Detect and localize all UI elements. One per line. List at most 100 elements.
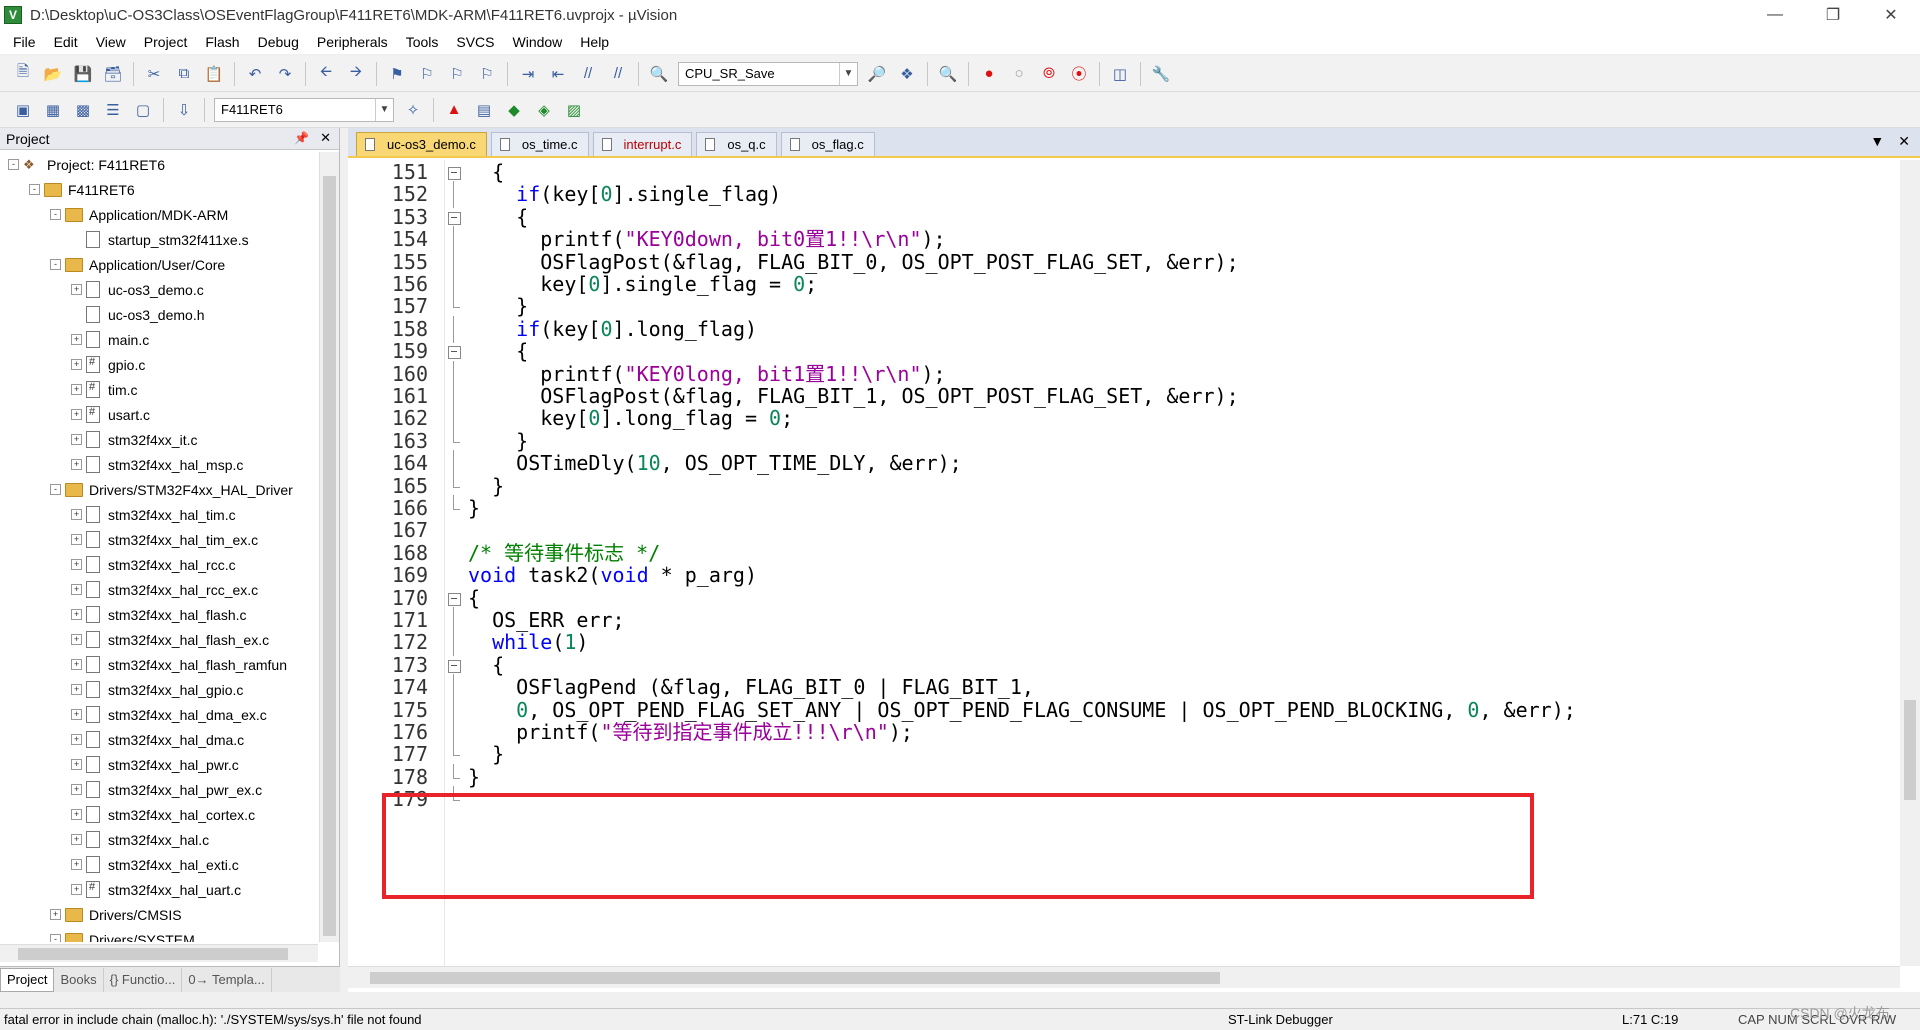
expand-icon[interactable]: + xyxy=(71,534,82,545)
close-button[interactable]: ✕ xyxy=(1862,0,1920,30)
expand-icon[interactable]: + xyxy=(71,684,82,695)
tree-file[interactable]: + stm32f4xx_hal_msp.c xyxy=(0,452,318,477)
expand-icon[interactable]: + xyxy=(71,384,82,395)
manage-project-items-icon[interactable]: ▲ xyxy=(443,99,465,121)
expand-icon[interactable]: + xyxy=(71,834,82,845)
tree-file[interactable]: + stm32f4xx_hal_flash_ramfun xyxy=(0,652,318,677)
menu-debug[interactable]: Debug xyxy=(249,34,308,50)
cut-icon[interactable]: ✂ xyxy=(143,63,165,85)
save-all-icon[interactable]: 🗃 xyxy=(102,63,124,85)
collapse-icon[interactable]: - xyxy=(8,159,19,170)
editor-tab-os-q-c[interactable]: os_q.c xyxy=(696,132,777,156)
editor-tab-os-time-c[interactable]: os_time.c xyxy=(490,132,589,156)
chevron-down-icon[interactable]: ▼ xyxy=(839,62,857,85)
next-bookmark-icon[interactable]: ⚐ xyxy=(446,63,468,85)
redo-icon[interactable]: ↷ xyxy=(274,63,296,85)
tab-templates[interactable]: 0→ Templa... xyxy=(182,967,272,992)
menu-help[interactable]: Help xyxy=(571,34,618,50)
scrollbar-thumb[interactable] xyxy=(1904,700,1916,800)
tree-file[interactable]: + stm32f4xx_hal_flash.c xyxy=(0,602,318,627)
tree-file[interactable]: startup_stm32f411xe.s xyxy=(0,227,318,252)
prev-bookmark-icon[interactable]: ⚐ xyxy=(416,63,438,85)
tree-group[interactable]: - Drivers/SYSTEM xyxy=(0,927,318,942)
scrollbar-thumb[interactable] xyxy=(18,948,288,960)
paste-icon[interactable]: 📋 xyxy=(203,63,225,85)
restore-button[interactable]: ❐ xyxy=(1804,0,1862,30)
tree-file[interactable]: + stm32f4xx_hal_rcc.c xyxy=(0,552,318,577)
expand-icon[interactable]: + xyxy=(71,709,82,720)
menu-svcs[interactable]: SVCS xyxy=(447,34,503,50)
expand-icon[interactable]: + xyxy=(71,359,82,370)
rebuild-icon[interactable]: ▩ xyxy=(72,99,94,121)
project-horizontal-scrollbar[interactable] xyxy=(0,944,318,962)
tree-file[interactable]: + stm32f4xx_hal_gpio.c xyxy=(0,677,318,702)
file-extensions-icon[interactable]: ▤ xyxy=(473,99,495,121)
unindent-icon[interactable]: ⇤ xyxy=(547,63,569,85)
translate-icon[interactable]: ▣ xyxy=(12,99,34,121)
find-icon[interactable]: 🔎 xyxy=(866,63,888,85)
expand-icon[interactable]: + xyxy=(71,659,82,670)
expand-icon[interactable]: + xyxy=(71,334,82,345)
expand-icon[interactable]: + xyxy=(71,434,82,445)
batch-build-icon[interactable]: ☰ xyxy=(102,99,124,121)
expand-icon[interactable]: + xyxy=(71,284,82,295)
pack-installer-icon[interactable]: ◈ xyxy=(533,99,555,121)
tab-list-dropdown-icon[interactable]: ▼ xyxy=(1870,133,1884,150)
project-vertical-scrollbar[interactable] xyxy=(319,152,339,942)
chevron-down-icon[interactable]: ▼ xyxy=(375,98,393,121)
tree-file[interactable]: + tim.c xyxy=(0,377,318,402)
expand-icon[interactable]: + xyxy=(71,734,82,745)
pin-icon[interactable]: 📌 xyxy=(294,131,309,145)
expand-icon[interactable]: + xyxy=(71,584,82,595)
scrollbar-thumb[interactable] xyxy=(323,176,336,936)
kill-breakpoints-icon[interactable]: ⦿ xyxy=(1068,63,1090,85)
new-file-icon[interactable]: 🗎 xyxy=(12,63,34,85)
tree-file[interactable]: + stm32f4xx_hal_pwr_ex.c xyxy=(0,777,318,802)
configure-icon[interactable]: 🔧 xyxy=(1150,63,1172,85)
tab-functions[interactable]: {} Functio... xyxy=(104,967,183,992)
incremental-find-icon[interactable]: ❖ xyxy=(896,63,918,85)
collapse-icon[interactable]: - xyxy=(29,184,40,195)
collapse-icon[interactable]: - xyxy=(50,259,61,270)
tree-group[interactable]: + Drivers/CMSIS xyxy=(0,902,318,927)
tree-file[interactable]: + stm32f4xx_hal.c xyxy=(0,827,318,852)
code-area[interactable]: 151 {152 if(key[0].single_flag) 153 {154 … xyxy=(348,160,1894,966)
collapse-icon[interactable]: - xyxy=(50,484,61,495)
minimize-button[interactable]: — xyxy=(1746,0,1804,30)
tree-file[interactable]: + stm32f4xx_hal_dma_ex.c xyxy=(0,702,318,727)
tree-file[interactable]: + stm32f4xx_hal_dma.c xyxy=(0,727,318,752)
expand-icon[interactable]: + xyxy=(71,884,82,895)
target-combo[interactable]: F411RET6 ▼ xyxy=(214,97,394,122)
navigate-back-icon[interactable]: 🡨 xyxy=(315,63,337,85)
indent-icon[interactable]: ⇥ xyxy=(517,63,539,85)
tree-file[interactable]: + stm32f4xx_hal_rcc_ex.c xyxy=(0,577,318,602)
target-options-icon[interactable]: ✧ xyxy=(402,99,424,121)
expand-icon[interactable]: + xyxy=(71,859,82,870)
tab-books[interactable]: Books xyxy=(54,967,104,992)
tree-file[interactable]: + uc-os3_demo.c xyxy=(0,277,318,302)
tree-group[interactable]: - F411RET6 xyxy=(0,177,318,202)
tree-group[interactable]: - ❖ Project: F411RET6 xyxy=(0,152,318,177)
editor-tab-os-flag-c[interactable]: os_flag.c xyxy=(780,132,875,156)
tree-file[interactable]: + stm32f4xx_hal_flash_ex.c xyxy=(0,627,318,652)
tree-file[interactable]: + gpio.c xyxy=(0,352,318,377)
insert-breakpoint-icon[interactable]: ● xyxy=(978,63,1000,85)
menu-peripherals[interactable]: Peripherals xyxy=(308,34,397,50)
debug-session-icon[interactable]: 🔍 xyxy=(937,63,959,85)
navigate-forward-icon[interactable]: 🡪 xyxy=(345,63,367,85)
tree-file[interactable]: + usart.c xyxy=(0,402,318,427)
tree-group[interactable]: - Drivers/STM32F4xx_HAL_Driver xyxy=(0,477,318,502)
run-time-environment-icon[interactable]: ◆ xyxy=(503,99,525,121)
expand-icon[interactable]: + xyxy=(71,409,82,420)
close-icon[interactable]: ✕ xyxy=(320,130,331,146)
menu-flash[interactable]: Flash xyxy=(196,34,248,50)
window-layout-icon[interactable]: ◫ xyxy=(1109,63,1131,85)
expand-icon[interactable]: + xyxy=(71,509,82,520)
tree-file[interactable]: + stm32f4xx_it.c xyxy=(0,427,318,452)
tree-file[interactable]: + stm32f4xx_hal_cortex.c xyxy=(0,802,318,827)
undo-icon[interactable]: ↶ xyxy=(244,63,266,85)
tree-file[interactable]: + stm32f4xx_hal_tim.c xyxy=(0,502,318,527)
menu-project[interactable]: Project xyxy=(135,34,197,50)
editor-tab-interrupt-c[interactable]: interrupt.c xyxy=(592,132,693,156)
tree-file[interactable]: + stm32f4xx_hal_tim_ex.c xyxy=(0,527,318,552)
